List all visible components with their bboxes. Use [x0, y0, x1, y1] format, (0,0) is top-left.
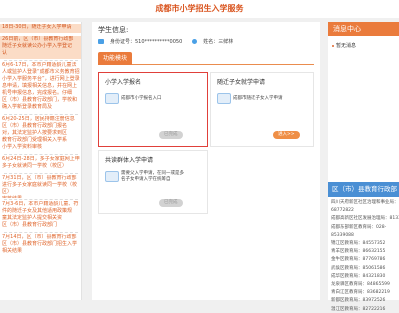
id-card-icon — [98, 39, 104, 44]
dept-contact-line: 锦江区教育局：84557352 — [331, 241, 386, 246]
timeline-item[interactable]: 7月3-6日，本市户籍适龄儿童、符 件的随迁子女及其他适用政策规 童其法定监护人提交… — [0, 201, 81, 231]
dept-contact-line: 新都区教育局：83972526 — [331, 298, 386, 304]
timeline-item-text: 人或监护人登录“成都市义务教育招 — [2, 69, 80, 75]
document-icon — [105, 93, 119, 104]
timeline-item-text: 多子女就读同一学校（校区） — [2, 163, 68, 169]
top-header: 成都市小学招生入学服务 — [0, 0, 399, 18]
card-group-enrollment[interactable]: 共读群体入学申请 需要父入学申请，在同一或是多 名子女申请入学在统筹自 已完成 — [98, 150, 208, 214]
timeline-item-text: 区（市）县教育行政部门招生入学 — [2, 241, 78, 247]
timeline-item-text: 区（市）县教育行政部门，学校和 — [2, 97, 78, 103]
divider — [4, 60, 78, 61]
timeline-item-text: 相关结果 — [2, 248, 23, 254]
right-sidebar: 消息中心 暂无消息 区（市）县教育行政部 四川天府新区社区治理和事业局： 6877… — [328, 22, 399, 312]
timeline-item-text: 区（市）县教育行政部门报名 — [2, 123, 68, 129]
dept-contact-line: 武侯区教育局：85061586 — [331, 265, 386, 271]
news-item-label: 暂无消息 — [336, 43, 357, 49]
student-info-row: 身份证号：510**********0050 姓名：三鲜林 — [98, 38, 233, 45]
main-panel: 学生信息: 身份证号：510**********0050 姓名：三鲜林 功能模块… — [92, 22, 320, 300]
timeline-item-text: 认 — [2, 50, 8, 56]
dept-contact-line: 成都高新区社区发展治理局：81335 — [331, 216, 399, 222]
left-timeline-sidebar: 18日-30日，随迁子女入学申请 26日前，区（市）县教育行政部 随迁子女就读公办小… — [0, 22, 82, 300]
timeline-item-text: 确入学新登录教育局及 — [2, 104, 53, 110]
dept-section-title: 区（市）县教育行政部 — [328, 182, 399, 197]
completed-button[interactable]: 已完成 — [159, 199, 183, 207]
timeline-item[interactable]: 6月24日-28日，多子女家庭网上申 多子女就读同一学校（校区） — [0, 156, 81, 172]
student-name: 姓名：三鲜林 — [203, 39, 234, 45]
card-desc: 名子女申请入学在统筹自 — [121, 177, 171, 182]
dept-contact-line: 龙泉驿区教育局：84865599 — [331, 282, 390, 287]
document-icon — [105, 171, 119, 182]
dept-contact-line: 青羊区教育局：86632155 — [331, 249, 386, 255]
timeline-item[interactable]: 18日-30日，随迁子女入学申请 — [0, 24, 81, 33]
enter-button[interactable]: 进入>> — [273, 131, 300, 139]
timeline-item-text: 7月14日，区（市）县教育行政部 — [2, 234, 77, 240]
dept-contact-line: 温江区教育局：82722216 — [331, 306, 386, 312]
timeline-item-text: 18日-30日，随迁子女入学申请 — [2, 24, 72, 30]
dept-contact-line: 四川天府新区社区治理和事业局： — [331, 200, 399, 205]
timeline-item-text: 6月6-17日，本市户籍适龄儿童法 — [2, 62, 77, 68]
divider — [4, 173, 78, 174]
page-title: 成都市小学招生入学服务 — [155, 4, 244, 13]
dept-contact-line: 成华区教育局：84321830 — [331, 273, 386, 279]
timeline-item-text: 区（市）县教育行政部门 — [2, 222, 58, 228]
timeline-item[interactable]: 7月31日，区（市）县教育行政部进行多子女家庭就读同一学校（校区）审核结果 — [0, 175, 81, 198]
card-title: 小学入学报名 — [105, 79, 142, 86]
tab-function-modules[interactable]: 功能模块 — [98, 52, 133, 65]
timeline-item[interactable]: 26日前，区（市）县教育行政部 随迁子女就读公办小学入学登记认 — [0, 36, 81, 59]
message-center-title: 消息中心 — [328, 22, 399, 36]
timeline-item[interactable]: 6月20-25日，居民持籍注册信息 区（市）县教育行政部门报名 对，其法定监护人按要… — [0, 116, 81, 153]
timeline-item-text: 6月20-25日，居民持籍注册信息 — [2, 116, 75, 122]
dept-contact-line: 68772822 — [331, 208, 354, 214]
timeline-item-text: 教育行政部门受理相关入学系 — [2, 137, 68, 143]
timeline-item-text: 件的随迁子女及其他适用政策规 — [2, 208, 73, 214]
timeline-item-text: 小学入学资料审核 — [2, 144, 43, 150]
dept-contact-line: 成都东部新区教育局：028- — [331, 224, 387, 230]
user-icon — [192, 39, 198, 44]
timeline-item-text: 随迁子女就读公办小学入学登记 — [2, 43, 73, 49]
timeline-item-text: 机号申报信息，完成报名。仔细 — [2, 90, 73, 96]
card-primary-registration[interactable]: 小学入学报名 成都市小学报名入口 已完成 — [98, 72, 208, 147]
timeline-item-text: 7月3-6日，本市户籍适龄儿童、符 — [2, 201, 79, 207]
timeline-item[interactable]: 7月14日，区（市）县教育行政部 区（市）县教育行政部门招生入学 相关结果 — [0, 234, 81, 257]
timeline-item-text: 息申请，填报相关信息，并在网上 — [2, 83, 78, 89]
card-desc: 成都市随迁子女入学申请 — [233, 96, 283, 101]
student-id: 身份证号：510**********0050 — [110, 39, 183, 45]
divider — [4, 199, 78, 200]
card-title: 随迁子女就学申请 — [217, 79, 266, 86]
timeline-item-text: 进行多子女家庭就读同一学校（校区） — [2, 182, 78, 195]
divider — [4, 154, 78, 155]
timeline-item-text: 对，其法定监护人按要求到区 — [2, 130, 68, 136]
timeline-item-text: 26日前，区（市）县教育行政部 — [2, 36, 74, 42]
divider — [4, 114, 78, 115]
card-desc: 成都市小学报名入口 — [121, 96, 162, 101]
dept-contact-line: 金牛区教育局：87769786 — [331, 257, 386, 263]
completed-button[interactable]: 已完成 — [159, 131, 183, 139]
function-tab-bar: 功能模块 — [98, 52, 314, 65]
dept-contact-line: 85339088 — [331, 232, 354, 238]
divider — [4, 232, 78, 233]
timeline-item-text: 童其法定监护人提交相关资 — [2, 215, 63, 221]
document-icon — [217, 93, 231, 104]
timeline-item-text: 6月24日-28日，多子女家庭网上申 — [2, 156, 80, 162]
timeline-item-text: 7月31日，区（市）县教育行政部 — [2, 175, 77, 181]
card-migrant-children[interactable]: 随迁子女就学申请 成都市随迁子女入学申请 进入>> — [210, 72, 314, 147]
timeline-item-text: 审核结果 — [0, 196, 81, 198]
student-info-title: 学生信息: — [98, 26, 129, 34]
card-title: 共读群体入学申请 — [105, 157, 154, 164]
bullet-icon — [332, 44, 334, 47]
timeline-item-text: 小学入学服务平台”，进行网上登录 — [2, 76, 80, 82]
timeline-item[interactable]: 6月6-17日，本市户籍适龄儿童法 人或监护人登录“成都市义务教育招 小学入学服务平… — [0, 62, 81, 113]
dept-contact-line: 青白江区教育局：83682219 — [331, 290, 390, 296]
news-item[interactable]: 暂无消息 — [332, 42, 356, 49]
